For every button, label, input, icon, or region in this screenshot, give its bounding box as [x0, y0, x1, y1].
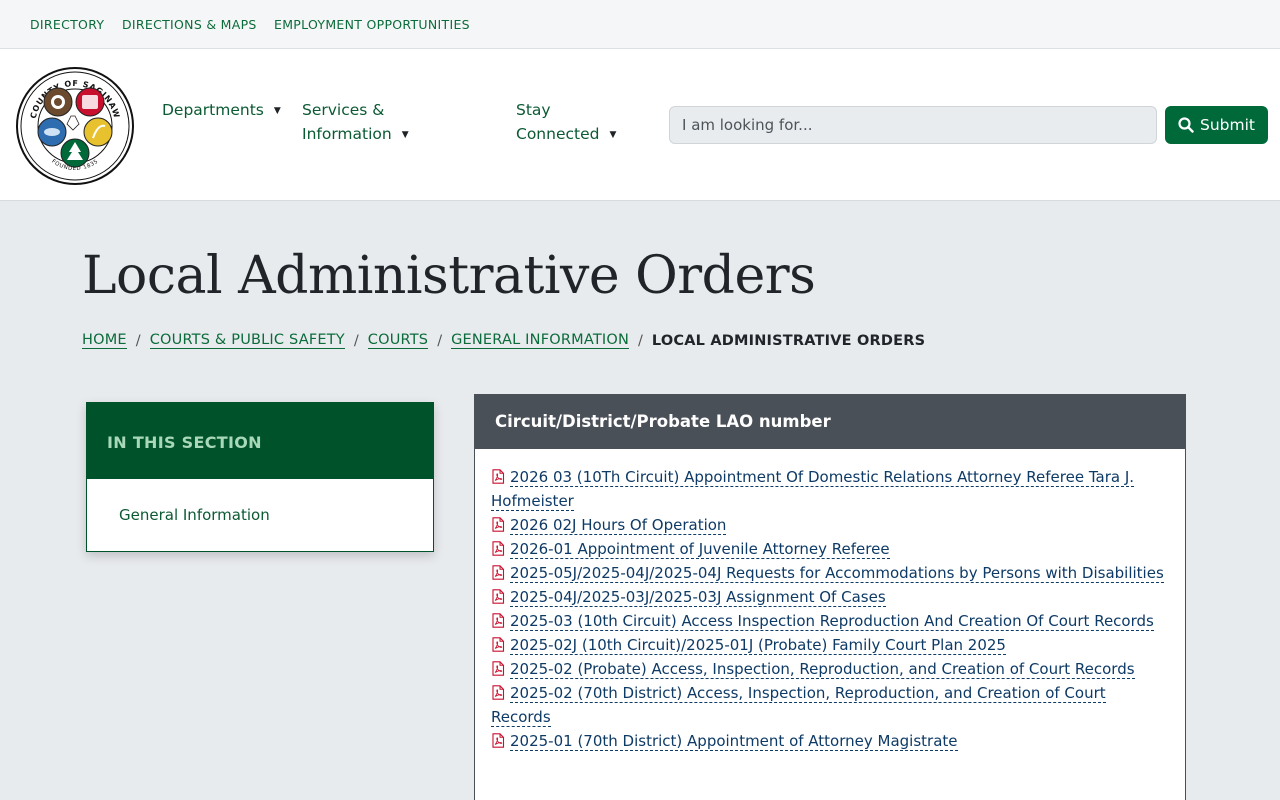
- list-item: 2025-01 (70th District) Appointment of A…: [491, 729, 1169, 753]
- nav-stay-connected[interactable]: Stay Connected ▼: [516, 98, 616, 147]
- nav-departments[interactable]: Departments ▼: [162, 98, 281, 123]
- list-item: 2026-01 Appointment of Juvenile Attorney…: [491, 537, 1169, 561]
- list-item: 2026 03 (10Th Circuit) Appointment Of Do…: [491, 465, 1169, 513]
- lao-documents-panel: Circuit/District/Probate LAO number 2026…: [474, 394, 1186, 800]
- list-item: 2025-02J (10th Circuit)/2025-01J (Probat…: [491, 633, 1169, 657]
- breadcrumb-home[interactable]: Home: [82, 332, 127, 349]
- pdf-file-icon: [491, 467, 505, 484]
- breadcrumb-separator: /: [353, 332, 359, 349]
- document-link[interactable]: 2026 02J Hours Of Operation: [510, 516, 727, 535]
- pdf-file-icon: [491, 563, 505, 580]
- document-link[interactable]: 2025-04J/2025-03J/2025-03J Assignment Of…: [510, 588, 886, 607]
- document-link[interactable]: 2025-03 (10th Circuit) Access Inspection…: [510, 612, 1154, 631]
- breadcrumb-courts-public-safety[interactable]: Courts & Public Safety: [149, 332, 345, 349]
- list-item: 2025-02 (70th District) Access, Inspecti…: [491, 681, 1169, 729]
- pdf-file-icon: [491, 539, 505, 556]
- caret-down-icon: ▼: [273, 106, 281, 116]
- nav-departments-label: Departments: [162, 101, 264, 119]
- breadcrumb-general-information[interactable]: General Information: [451, 332, 630, 349]
- utility-link-employment[interactable]: Employment Opportunities: [274, 17, 470, 32]
- nav-services-label-line2: Information: [302, 125, 392, 143]
- document-link[interactable]: 2026 03 (10Th Circuit) Appointment Of Do…: [491, 468, 1135, 511]
- pdf-file-icon: [491, 515, 505, 532]
- sidebar-heading: IN THIS SECTION: [87, 403, 433, 479]
- nav-stay-label-line2: Connected: [516, 125, 600, 143]
- list-item: 2025-05J/2025-04J/2025-04J Requests for …: [491, 561, 1169, 585]
- document-link[interactable]: 2025-02 (Probate) Access, Inspection, Re…: [510, 660, 1135, 679]
- document-list: 2026 03 (10Th Circuit) Appointment Of Do…: [475, 449, 1185, 753]
- nav-stay-label-line1: Stay: [516, 101, 551, 119]
- list-item: 2025-04J/2025-03J/2025-03J Assignment Of…: [491, 585, 1169, 609]
- document-link[interactable]: 2025-02J (10th Circuit)/2025-01J (Probat…: [510, 636, 1006, 655]
- breadcrumb-separator: /: [437, 332, 443, 349]
- sidebar-item-general-information[interactable]: General Information: [87, 479, 433, 524]
- section-sidebar: IN THIS SECTION General Information: [86, 402, 434, 552]
- breadcrumb-separator: /: [638, 332, 643, 349]
- pdf-file-icon: [491, 683, 505, 700]
- document-link[interactable]: 2025-01 (70th District) Appointment of A…: [510, 732, 958, 751]
- search-icon: [1178, 117, 1194, 133]
- breadcrumb-courts[interactable]: Courts: [367, 332, 429, 349]
- submit-button-label: Submit: [1200, 116, 1255, 134]
- document-link[interactable]: 2025-02 (70th District) Access, Inspecti…: [491, 684, 1106, 727]
- submit-button[interactable]: Submit: [1165, 106, 1268, 144]
- breadcrumb-separator: /: [135, 332, 141, 349]
- panel-heading: Circuit/District/Probate LAO number: [475, 395, 1185, 449]
- site-header: COUNTY OF SAGINAW FOUNDED 1835 Departmen…: [0, 49, 1280, 201]
- caret-down-icon: ▼: [401, 130, 409, 140]
- list-item: 2025-03 (10th Circuit) Access Inspection…: [491, 609, 1169, 633]
- list-item: 2025-02 (Probate) Access, Inspection, Re…: [491, 657, 1169, 681]
- pdf-file-icon: [491, 587, 505, 604]
- county-seal-logo[interactable]: COUNTY OF SAGINAW FOUNDED 1835: [15, 66, 135, 186]
- utility-bar: Directory Directions & Maps Employment O…: [0, 0, 1280, 49]
- nav-services-information[interactable]: Services & Information ▼: [302, 98, 409, 147]
- utility-link-directory[interactable]: Directory: [30, 17, 104, 32]
- breadcrumb-current: Local Administrative Orders: [651, 332, 926, 349]
- nav-services-label-line1: Services &: [302, 101, 385, 119]
- breadcrumb: Home / Courts & Public Safety / Courts /…: [82, 332, 925, 349]
- pdf-file-icon: [491, 731, 505, 748]
- document-link[interactable]: 2026-01 Appointment of Juvenile Attorney…: [510, 540, 890, 559]
- page-title: Local Administrative Orders: [82, 246, 816, 306]
- list-item: 2026 02J Hours Of Operation: [491, 513, 1169, 537]
- search-input[interactable]: [669, 106, 1157, 144]
- utility-link-directions-maps[interactable]: Directions & Maps: [122, 17, 257, 32]
- pdf-file-icon: [491, 635, 505, 652]
- caret-down-icon: ▼: [609, 130, 617, 140]
- pdf-file-icon: [491, 611, 505, 628]
- pdf-file-icon: [491, 659, 505, 676]
- document-link[interactable]: 2025-05J/2025-04J/2025-04J Requests for …: [510, 564, 1164, 583]
